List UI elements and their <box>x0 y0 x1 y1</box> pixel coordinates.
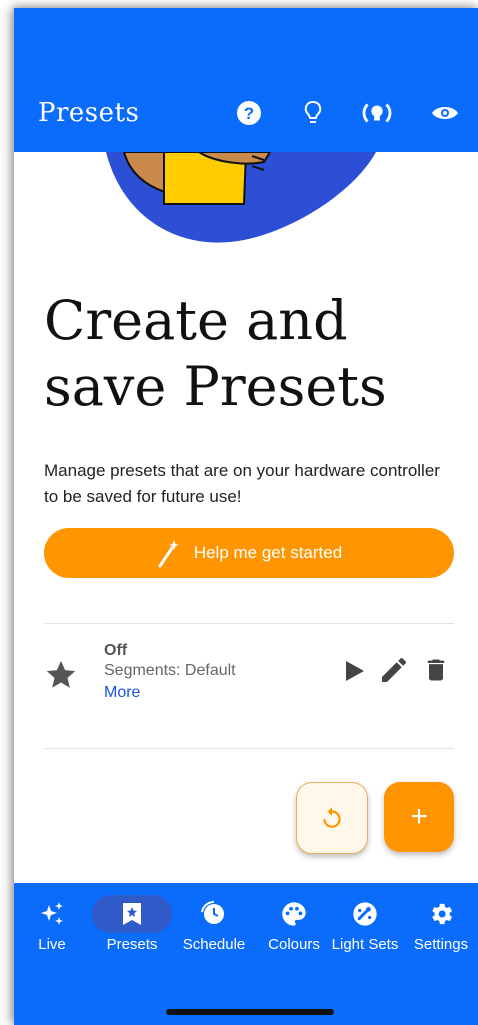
preset-name: Off <box>104 642 128 659</box>
add-preset-button[interactable]: + <box>384 782 454 852</box>
sparkles-icon <box>41 902 63 925</box>
presets-content[interactable]: Create and save Presets Manage presets t… <box>14 152 478 883</box>
nav-label-presets: Presets <box>106 936 158 953</box>
bottom-navigation: Live Presets Schedule Colours Light Sets… <box>14 883 478 1025</box>
broadcast-icon[interactable] <box>360 98 394 128</box>
nav-label-schedule: Schedule <box>182 936 246 953</box>
preset-segments: Segments: Default <box>104 662 236 679</box>
nav-item-schedule[interactable]: Schedule <box>172 893 256 954</box>
magic-wand-icon <box>158 540 179 568</box>
nav-label-colours: Colours <box>268 936 320 953</box>
nav-item-colours[interactable]: Colours <box>256 893 332 954</box>
svg-text:?: ? <box>244 104 254 123</box>
lightbulb-icon[interactable] <box>296 98 330 128</box>
preset-more-link[interactable]: More <box>104 684 140 702</box>
help-button-label: Help me get started <box>193 543 343 562</box>
home-indicator <box>166 1009 334 1015</box>
edit-icon[interactable] <box>378 654 410 686</box>
divider-bottom <box>44 748 454 749</box>
add-icon: + <box>410 800 428 833</box>
nav-item-live[interactable]: Live <box>14 893 90 954</box>
clock-icon <box>201 901 224 924</box>
presets-illustration <box>106 152 376 243</box>
refresh-icon <box>323 807 341 828</box>
intro-heading: Create and save Presets <box>44 289 387 418</box>
palette-icon <box>282 902 306 926</box>
app-bar: Presets ? <box>14 8 478 152</box>
star-icon[interactable] <box>44 658 78 692</box>
refresh-button[interactable] <box>296 782 368 854</box>
gear-icon <box>432 903 453 925</box>
nav-item-presets[interactable]: Presets <box>90 893 174 954</box>
app-frame: Presets ? Create and save Presets Manage… <box>14 8 478 1025</box>
gauge-icon <box>353 902 377 926</box>
nav-label-live: Live <box>38 936 66 953</box>
eye-icon[interactable] <box>428 98 462 128</box>
help-icon[interactable]: ? <box>232 98 266 128</box>
page-title: Presets <box>38 98 140 128</box>
nav-item-settings[interactable]: Settings <box>404 893 478 954</box>
preset-item[interactable]: Off Segments: Default More <box>44 642 454 722</box>
trash-icon[interactable] <box>422 654 450 686</box>
nav-label-settings: Settings <box>413 936 469 953</box>
intro-description: Manage presets that are on your hardware… <box>44 461 440 506</box>
nav-label-light-sets: Light Sets <box>331 936 399 953</box>
play-icon[interactable] <box>344 658 366 684</box>
help-me-get-started-button[interactable]: Help me get started <box>44 528 454 578</box>
bookmark-star-icon <box>123 903 141 925</box>
nav-item-light-sets[interactable]: Light Sets <box>330 893 400 954</box>
divider-top <box>44 623 454 624</box>
